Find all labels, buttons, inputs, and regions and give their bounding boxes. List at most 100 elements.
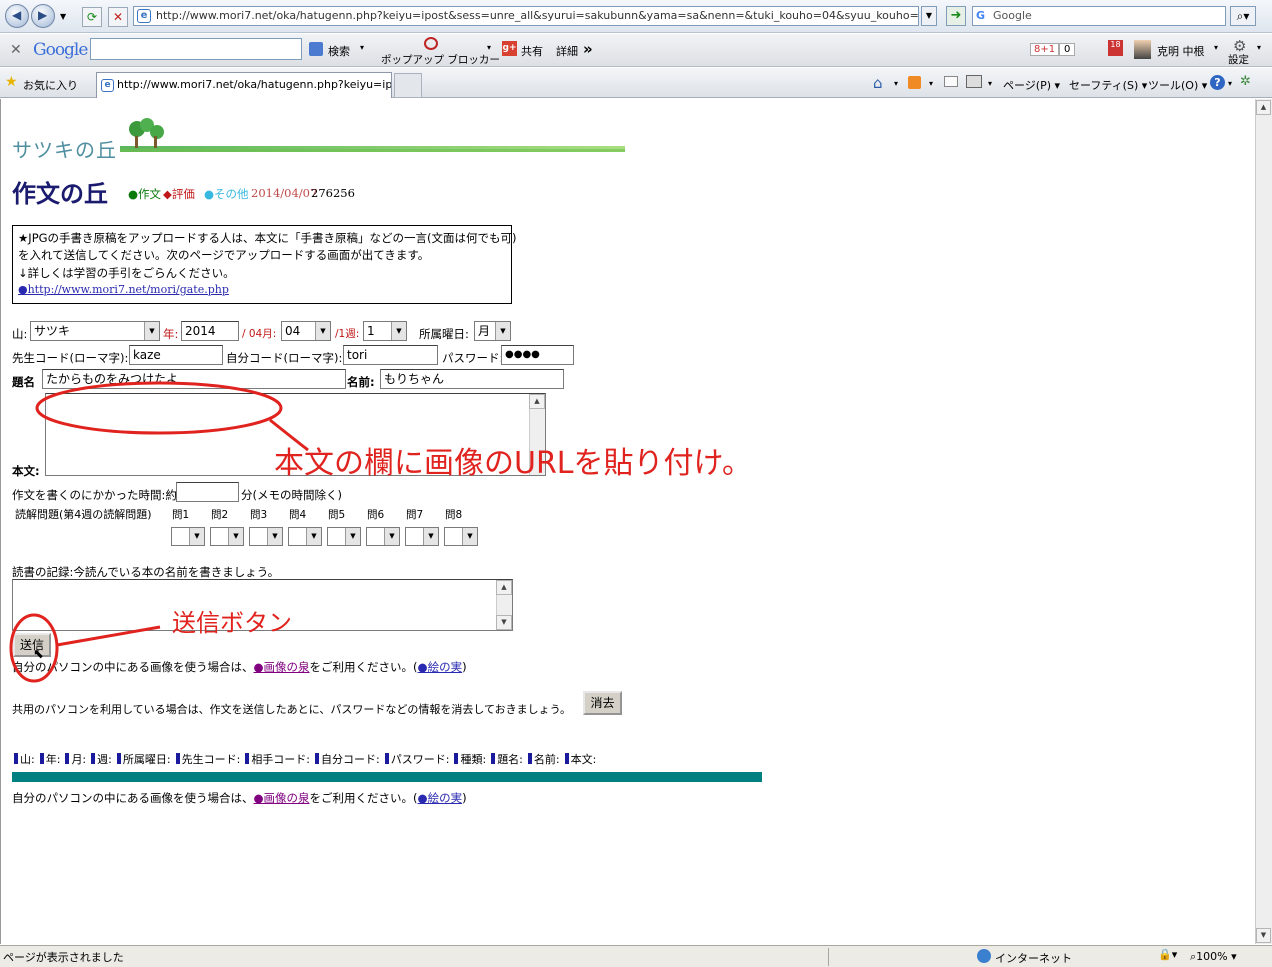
self-code-input[interactable]: tori	[343, 345, 438, 365]
teacher-code-input[interactable]: kaze	[129, 345, 223, 365]
question-select-5[interactable]: ▼	[327, 527, 361, 546]
month-select[interactable]: 04 ▼	[281, 321, 331, 341]
year-input[interactable]: 2014	[181, 321, 239, 341]
scroll-down-arrow[interactable]: ▼	[1256, 928, 1271, 943]
protected-mode-icon[interactable]: 🔒▾	[1158, 948, 1177, 961]
image-fountain-link[interactable]: ●画像の泉	[254, 791, 310, 805]
question-select-7[interactable]: ▼	[405, 527, 439, 546]
time-input[interactable]	[176, 482, 239, 502]
self-code-label: 自分コード(ローマ字):	[226, 351, 343, 365]
new-tab-button[interactable]	[394, 73, 422, 98]
summary-item: 相手コード:	[245, 753, 310, 766]
vertical-scrollbar[interactable]	[1255, 99, 1272, 944]
week-select[interactable]: 1 ▼	[363, 321, 407, 341]
popup-blocker-button[interactable]: ポップアップ ブロッカー	[381, 52, 500, 67]
home-icon[interactable]: ⌂	[873, 74, 883, 92]
question-select-3[interactable]: ▼	[249, 527, 283, 546]
zone-text: インターネット	[995, 952, 1072, 965]
nav-link-other[interactable]: ●その他	[204, 186, 249, 202]
question-select-2[interactable]: ▼	[210, 527, 244, 546]
details-button[interactable]: 詳細	[556, 43, 578, 59]
nav-link-sakubun[interactable]: ●作文	[128, 186, 161, 202]
tab-page-icon: e	[101, 79, 114, 92]
search-button[interactable]: ⌕▾	[1230, 6, 1256, 26]
search-dropdown-icon[interactable]: ▾	[360, 43, 364, 52]
summary-item: 月:	[65, 753, 86, 766]
mail-icon[interactable]	[944, 76, 958, 87]
tab-current[interactable]: http://www.mori7.net/oka/hatugenn.php?ke…	[96, 72, 392, 98]
home-dropdown-icon[interactable]: ▾	[894, 79, 898, 88]
nav-link-hyoka[interactable]: ◆評価	[163, 186, 195, 202]
youbi-select[interactable]: 月 ▼	[474, 321, 511, 341]
chevron-down-icon: ▼	[391, 322, 406, 340]
zoom-value[interactable]: 100%	[1196, 950, 1227, 963]
share-button[interactable]: 共有	[521, 43, 543, 59]
toolbar-search-input[interactable]	[90, 38, 302, 60]
image-fountain-link[interactable]: ●画像の泉	[254, 660, 310, 674]
address-dropdown-button[interactable]: ▼	[921, 6, 937, 26]
scroll-up-arrow[interactable]: ▲	[1256, 100, 1271, 115]
notification-icon[interactable]: 18	[1108, 40, 1123, 56]
summary-item: 名前:	[527, 753, 560, 766]
guide-link[interactable]: ●http://www.mori7.net/mori/gate.php	[18, 283, 229, 296]
popup-dropdown-icon[interactable]: ▾	[487, 43, 491, 52]
settings-button[interactable]: 設定	[1228, 52, 1249, 67]
research-icon[interactable]: ✲	[1240, 74, 1251, 89]
search-input[interactable]: Google	[972, 6, 1226, 26]
image-help-prefix: 自分のパソコンの中にある画像を使う場合は、	[12, 791, 254, 805]
clear-button[interactable]: 消去	[583, 691, 622, 715]
history-dropdown-icon[interactable]: ▼	[60, 12, 66, 21]
print-dropdown-icon[interactable]: ▾	[988, 79, 992, 88]
settings-dropdown-icon[interactable]: ▾	[1257, 43, 1261, 52]
refresh-button[interactable]: ⟳	[82, 7, 102, 27]
yama-select[interactable]: サツキ ▼	[30, 321, 160, 341]
title-input[interactable]: たからものをみつけたよ	[42, 369, 346, 389]
user-dropdown-icon[interactable]: ▾	[1214, 43, 1218, 52]
week-select-value: 1	[367, 324, 375, 338]
stop-button[interactable]: ✕	[108, 7, 128, 27]
avatar[interactable]	[1134, 40, 1151, 59]
tools-menu-label[interactable]: ツール(O)	[1148, 79, 1198, 92]
question-select-1[interactable]: ▼	[171, 527, 205, 546]
chevron-down-icon: ▼	[189, 528, 204, 545]
help-icon[interactable]: ?	[1210, 75, 1225, 90]
picture-link[interactable]: ●絵の実	[418, 791, 463, 805]
scroll-down-arrow[interactable]: ▼	[496, 615, 512, 630]
question-select-8[interactable]: ▼	[444, 527, 478, 546]
submit-button[interactable]: 送信	[13, 633, 51, 657]
toolbar-search-button[interactable]: 検索	[328, 43, 350, 59]
more-chevron-icon[interactable]: »	[583, 40, 593, 58]
site-logo[interactable]: サツキの丘	[12, 134, 117, 163]
page-date: 2014/04/07	[251, 186, 318, 200]
name-input[interactable]: もりちゃん	[380, 369, 564, 389]
globe-icon	[977, 949, 991, 963]
summary-item-label: 所属曜日:	[122, 753, 171, 766]
safety-menu[interactable]: セーフティ(S) ▾	[1069, 77, 1147, 93]
favorites-button[interactable]: お気に入り	[23, 77, 78, 93]
page-menu-label[interactable]: ページ(P)	[1003, 79, 1051, 92]
close-toolbar-icon[interactable]: ✕	[10, 42, 22, 58]
scroll-up-arrow[interactable]: ▲	[496, 580, 512, 595]
password-input[interactable]: ●●●●	[501, 345, 574, 365]
help-dropdown-icon[interactable]: ▾	[1228, 79, 1232, 88]
status-bar	[0, 945, 1272, 967]
print-icon[interactable]	[966, 75, 982, 88]
summary-bullet-icon	[245, 753, 250, 764]
picture-link[interactable]: ●絵の実	[418, 660, 463, 674]
safety-menu-label[interactable]: セーフティ(S)	[1069, 79, 1138, 92]
page-menu[interactable]: ページ(P) ▾	[1003, 77, 1060, 93]
rss-dropdown-icon[interactable]: ▾	[929, 79, 933, 88]
tools-menu[interactable]: ツール(O) ▾	[1148, 77, 1207, 93]
yama-label: 山:	[12, 327, 28, 341]
question-select-6[interactable]: ▼	[366, 527, 400, 546]
scroll-up-arrow[interactable]: ▲	[529, 394, 545, 409]
plusone-button[interactable]: 8+1	[1030, 43, 1060, 56]
mouse-cursor-icon: ⬉	[33, 647, 44, 662]
question-select-4[interactable]: ▼	[288, 527, 322, 546]
address-input[interactable]: http://www.mori7.net/oka/hatugenn.php?ke…	[133, 6, 919, 26]
summary-bullet-icon	[116, 753, 121, 764]
user-name[interactable]: 克明 中根	[1157, 43, 1205, 59]
rss-icon[interactable]	[908, 76, 921, 89]
go-button[interactable]: ➜	[946, 6, 966, 26]
zoom-level[interactable]: ⌕100% ▾	[1190, 950, 1237, 964]
